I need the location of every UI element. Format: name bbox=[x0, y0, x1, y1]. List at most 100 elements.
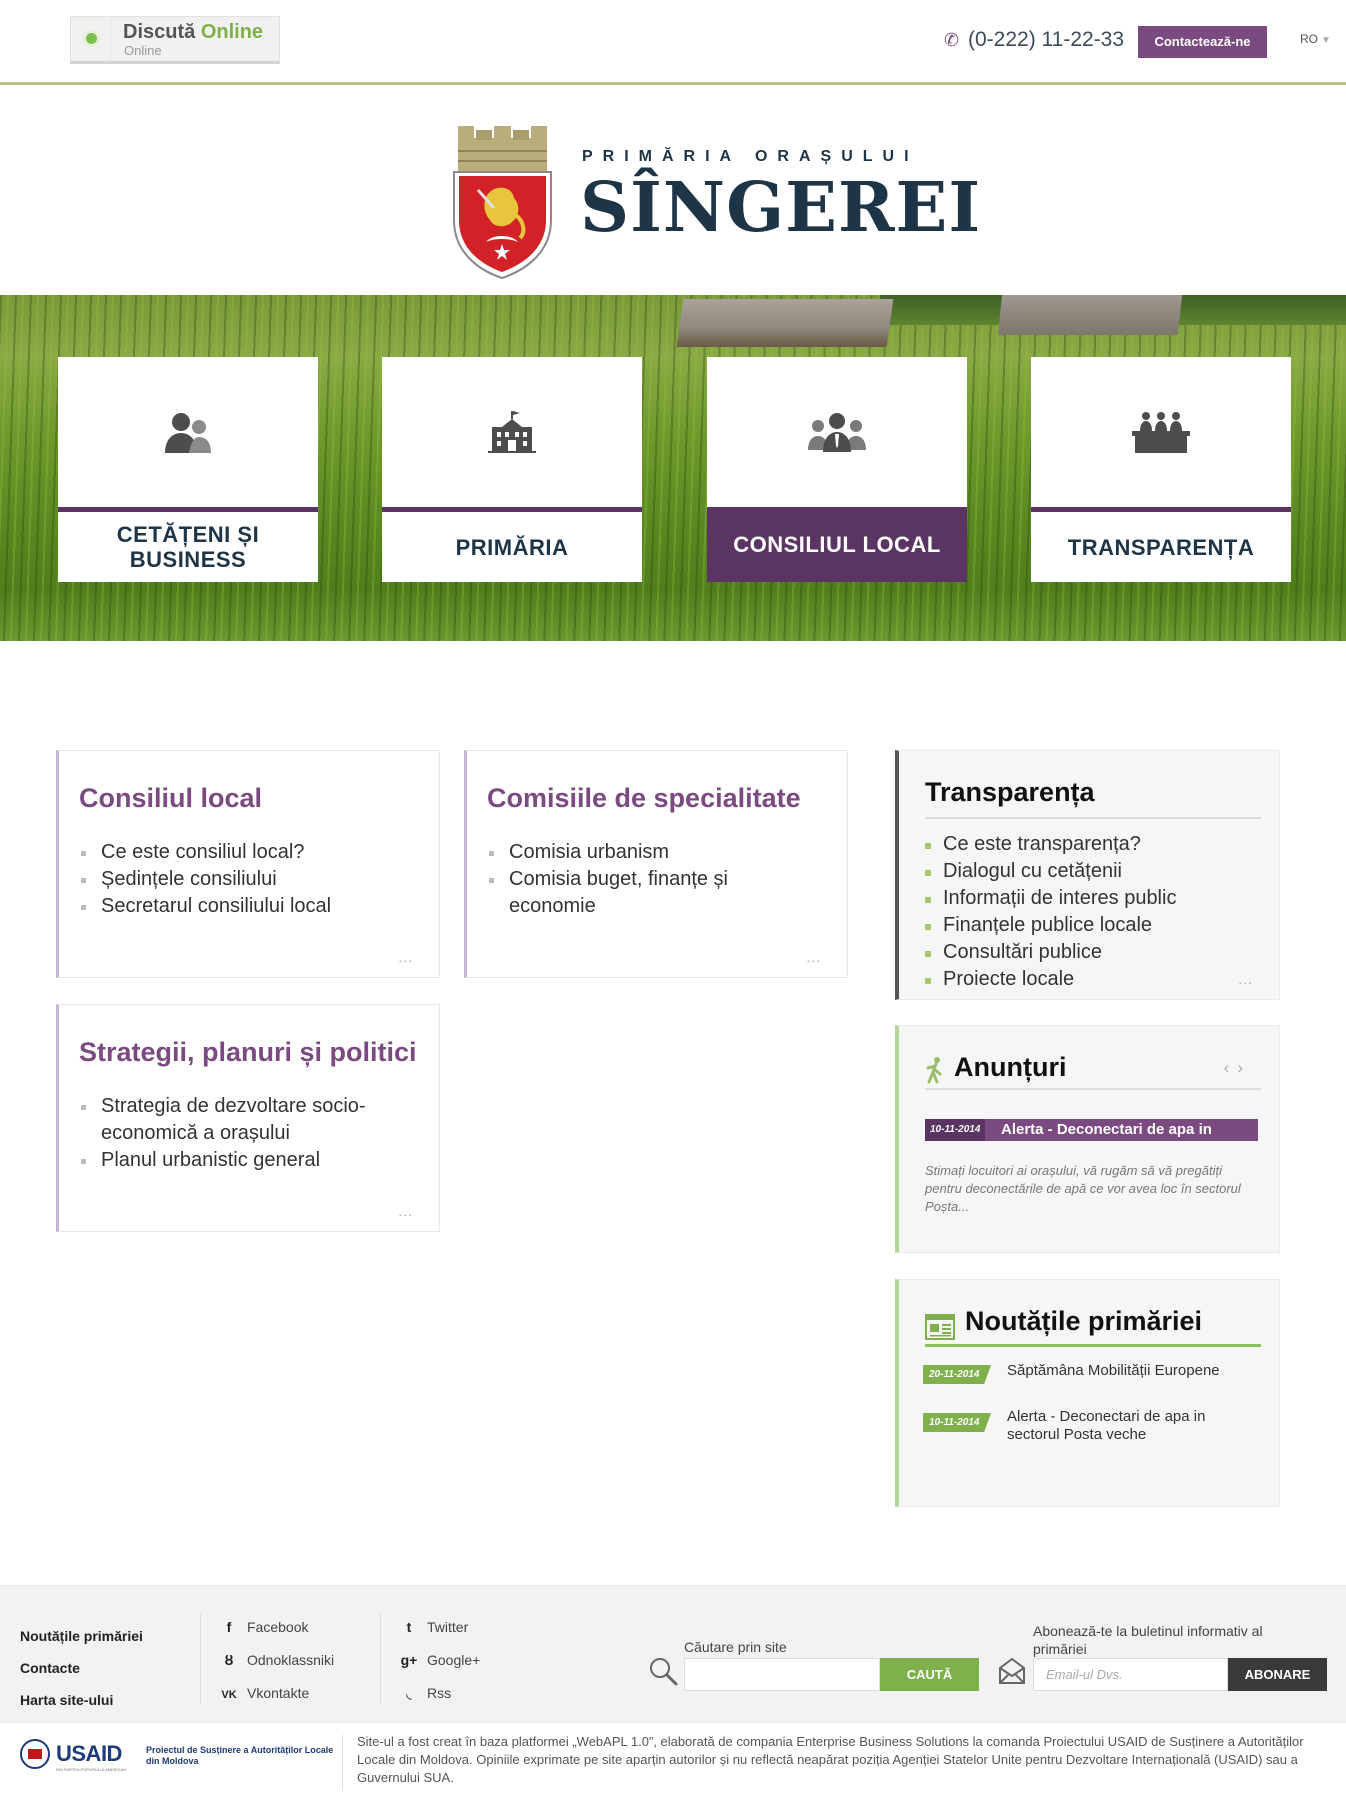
social-link-facebook[interactable]: f Facebook bbox=[217, 1611, 334, 1644]
list-item[interactable]: Finanțele publice locale bbox=[925, 912, 1176, 939]
list-item[interactable]: Ce este consiliul local? bbox=[81, 839, 421, 866]
footer-divider bbox=[200, 1614, 201, 1704]
phone-icon: ✆ bbox=[944, 30, 960, 50]
usaid-tagline: DIN PARTEA POPORULUI AMERICAN bbox=[56, 1767, 127, 1772]
subscribe-button[interactable]: ABONARE bbox=[1228, 1658, 1327, 1691]
announcement-date: 10-11-2014 bbox=[925, 1119, 985, 1141]
list-item[interactable]: Proiecte locale bbox=[925, 966, 1176, 993]
top-bar: Discută Online Online ✆ (0-222) 11-22-33 … bbox=[0, 0, 1346, 85]
more-link[interactable]: ... bbox=[806, 949, 821, 965]
social-link-rss[interactable]: ◟ Rss bbox=[397, 1677, 480, 1710]
more-link[interactable]: ... bbox=[398, 1203, 413, 1219]
tile-transparenta[interactable]: TRANSPARENȚA bbox=[1031, 357, 1291, 582]
newsletter-email-field[interactable]: Email-ul Dvs. bbox=[1033, 1658, 1228, 1691]
vkontakte-icon: VK bbox=[221, 1689, 237, 1701]
chevron-down-icon: ▼ bbox=[1321, 35, 1331, 46]
footer-divider bbox=[380, 1614, 381, 1704]
tile-label: CONSILIUL LOCAL bbox=[707, 507, 967, 582]
social-links: t Twitter g+ Google+ ◟ Rss bbox=[397, 1611, 481, 1710]
odnoklassniki-icon: ȣ bbox=[224, 1652, 234, 1668]
card-comisiile: Comisiile de specialitate Comisia urbani… bbox=[464, 750, 848, 978]
google-plus-icon: g+ bbox=[400, 1652, 418, 1668]
divider bbox=[925, 817, 1261, 819]
sidebar-title[interactable]: Transparența bbox=[925, 777, 1095, 808]
hero-house bbox=[997, 295, 1183, 335]
card-link-list: Ce este consiliul local? Ședințele consi… bbox=[81, 839, 421, 920]
transparenta-link-list: Ce este transparența? Dialogul cu cetățe… bbox=[925, 831, 1176, 993]
search-button[interactable]: CAUTĂ bbox=[880, 1658, 979, 1691]
card-title[interactable]: Comisiile de specialitate bbox=[487, 783, 801, 814]
news-title[interactable]: Săptămâna Mobilității Europene bbox=[1007, 1362, 1237, 1380]
news-date: 10-11-2014 bbox=[923, 1413, 991, 1432]
online-status-icon bbox=[86, 33, 97, 44]
rss-icon: ◟ bbox=[406, 1685, 412, 1701]
phone-number[interactable]: ✆ (0-222) 11-22-33 bbox=[944, 28, 1124, 52]
list-item[interactable]: Informații de interes public bbox=[925, 885, 1176, 912]
logo-area: PRIMĂRIA ORAȘULUI SÎNGEREI bbox=[0, 88, 1346, 295]
tile-icon-area bbox=[707, 357, 967, 507]
tile-icon-area bbox=[1031, 357, 1291, 507]
announcement-title: Alerta - Deconectari de apa in bbox=[1001, 1121, 1212, 1138]
tile-icon-area bbox=[58, 357, 318, 507]
social-link-vkontakte[interactable]: VK Vkontakte bbox=[217, 1677, 334, 1712]
list-item[interactable]: Comisia urbanism bbox=[489, 839, 749, 866]
mail-icon bbox=[999, 1657, 1025, 1684]
sidebar-title[interactable]: Anunțuri bbox=[954, 1052, 1066, 1083]
tile-primaria[interactable]: PRIMĂRIA bbox=[382, 357, 642, 582]
chevron-left-icon[interactable]: ‹ bbox=[1224, 1058, 1238, 1077]
credits-text: Site-ul a fost creat în baza platformei … bbox=[357, 1734, 1304, 1785]
project-name: Proiectul de Susținere a Autorităților L… bbox=[146, 1745, 334, 1766]
chat-status: Online bbox=[124, 43, 162, 58]
social-link-google-plus[interactable]: g+ Google+ bbox=[397, 1644, 481, 1677]
list-item[interactable]: Consultări publice bbox=[925, 939, 1176, 966]
chevron-right-icon[interactable]: › bbox=[1237, 1058, 1251, 1077]
tile-label: CETĂȚENI ȘI BUSINESS bbox=[116, 522, 260, 572]
tile-label: TRANSPARENȚA bbox=[1067, 534, 1255, 560]
sidebar-anunturi: Anunțuri ‹› 10-11-2014 Alerta - Deconect… bbox=[895, 1025, 1280, 1253]
usaid-wordmark: USAID bbox=[56, 1741, 122, 1766]
contact-button[interactable]: Contactează-ne bbox=[1138, 26, 1267, 58]
more-link[interactable]: ... bbox=[1238, 971, 1253, 987]
footer-link-harta[interactable]: Harta site-ului bbox=[20, 1684, 143, 1716]
language-selector[interactable]: RO ▼ bbox=[1300, 32, 1331, 46]
online-chat-widget[interactable]: Discută Online Online bbox=[70, 16, 280, 64]
divider bbox=[925, 1344, 1261, 1347]
announcement-icon bbox=[926, 1057, 942, 1084]
tile-label: PRIMĂRIA bbox=[455, 534, 569, 560]
announcement-headline[interactable]: 10-11-2014 Alerta - Deconectari de apa i… bbox=[925, 1119, 1258, 1141]
footer-link-contacte[interactable]: Contacte bbox=[20, 1652, 143, 1684]
twitter-icon: t bbox=[406, 1619, 412, 1635]
tile-consiliul-local[interactable]: CONSILIUL LOCAL bbox=[707, 357, 967, 582]
list-item[interactable]: Secretarul consiliului local bbox=[81, 893, 421, 920]
card-link-list: Strategia de dezvoltare socio-economică … bbox=[81, 1093, 401, 1174]
list-item[interactable]: Comisia buget, finanțe și economie bbox=[489, 866, 749, 920]
chat-status-box bbox=[71, 17, 111, 61]
social-link-odnoklassniki[interactable]: ȣ Odnoklassniki bbox=[217, 1644, 335, 1677]
social-link-twitter[interactable]: t Twitter bbox=[397, 1611, 480, 1644]
search-icon bbox=[650, 1658, 678, 1686]
list-item[interactable]: Strategia de dezvoltare socio-economică … bbox=[81, 1093, 401, 1147]
search-input[interactable] bbox=[684, 1658, 880, 1691]
social-links: f Facebook ȣ Odnoklassniki VK Vkontakte bbox=[217, 1611, 334, 1712]
usaid-logo[interactable]: USAID DIN PARTEA POPORULUI AMERICAN Proi… bbox=[20, 1737, 340, 1777]
list-item[interactable]: Ce este transparența? bbox=[925, 831, 1176, 858]
card-title[interactable]: Consiliul local bbox=[79, 783, 262, 814]
sidebar-title[interactable]: Noutățile primăriei bbox=[965, 1306, 1202, 1337]
footer-link-noutati[interactable]: Noutățile primăriei bbox=[20, 1620, 143, 1652]
newspaper-icon bbox=[925, 1314, 955, 1340]
card-title[interactable]: Strategii, planuri și politici bbox=[79, 1037, 417, 1068]
list-item[interactable]: Dialogul cu cetățenii bbox=[925, 858, 1176, 885]
list-item[interactable]: Ședințele consiliului bbox=[81, 866, 421, 893]
tile-icon-area bbox=[382, 357, 642, 507]
news-title[interactable]: Alerta - Deconectari de apa in sectorul … bbox=[1007, 1408, 1237, 1444]
footer-links: Noutățile primăriei Contacte Harta site-… bbox=[20, 1620, 143, 1716]
divider bbox=[925, 1088, 1261, 1090]
logo-title[interactable]: SÎNGEREI bbox=[580, 168, 981, 248]
tile-citizens-business[interactable]: CETĂȚENI ȘI BUSINESS bbox=[58, 357, 318, 582]
facebook-icon: f bbox=[226, 1619, 232, 1635]
hero-banner: CETĂȚENI ȘI BUSINESS PRIMĂRIA CONSILIUL … bbox=[0, 295, 1346, 641]
chat-title: Discută Online bbox=[123, 21, 264, 43]
city-crest-icon[interactable] bbox=[450, 124, 555, 280]
more-link[interactable]: ... bbox=[398, 949, 413, 965]
list-item[interactable]: Planul urbanistic general bbox=[81, 1147, 401, 1174]
